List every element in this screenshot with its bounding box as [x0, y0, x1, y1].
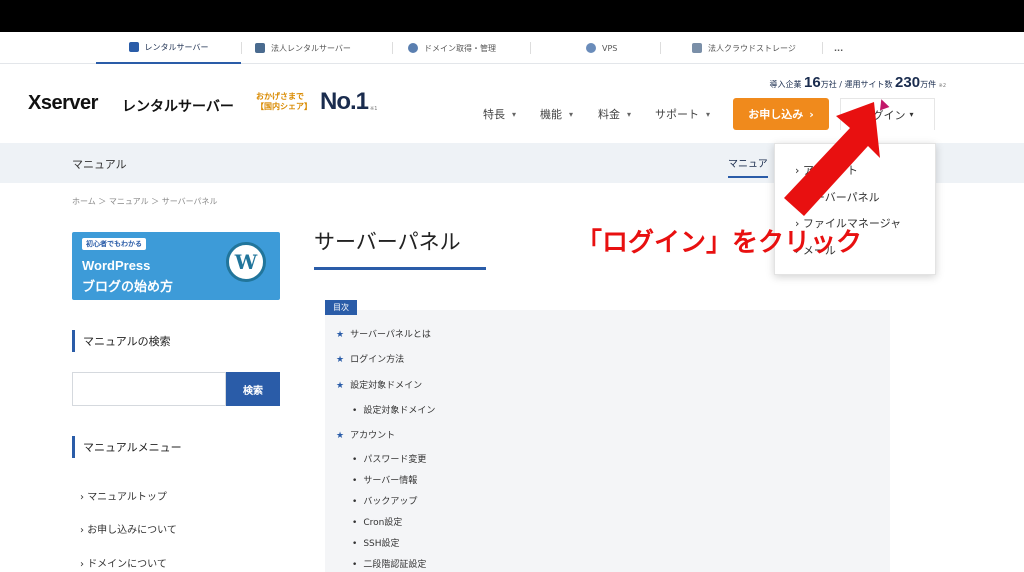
- toc-subitem[interactable]: • 設定対象ドメイン: [352, 403, 435, 416]
- nav-functions[interactable]: 機能 ▾: [540, 100, 573, 128]
- sidebar-link-application[interactable]: › お申し込みについて: [80, 521, 177, 536]
- bullet-icon: •: [352, 476, 358, 486]
- tab-rental-server[interactable]: レンタルサーバー: [96, 32, 241, 64]
- sidebar-link-manual-top[interactable]: › マニュアルトップ: [80, 488, 167, 503]
- nav-pricing[interactable]: 料金 ▾: [598, 100, 631, 128]
- logo-product[interactable]: レンタルサーバー: [122, 96, 234, 116]
- red-arrow-icon: [784, 102, 880, 216]
- stats-text: 導入企業 16万社 / 運用サイト数 230万件 ※2: [769, 74, 946, 91]
- divider: [392, 42, 393, 54]
- toc-subitem[interactable]: • 二段階認証設定: [352, 557, 426, 570]
- banner-tag: 初心者でもわかる: [82, 238, 146, 250]
- wordpress-logo-icon: W: [226, 242, 266, 282]
- search-heading: マニュアルの検索: [72, 330, 171, 352]
- chevron-down-icon: ▾: [627, 109, 632, 119]
- bullet-icon: •: [352, 518, 358, 528]
- vps-icon: [586, 43, 596, 53]
- storage-icon: [692, 43, 702, 53]
- bullet-icon: •: [352, 560, 358, 570]
- bullet-icon: •: [352, 497, 358, 507]
- search-button[interactable]: 検索: [226, 372, 280, 406]
- sidebar-link-domain[interactable]: › ドメインについて: [80, 555, 167, 570]
- search-input[interactable]: [72, 372, 226, 406]
- tab-corporate-rental[interactable]: 法人レンタルサーバー: [255, 32, 351, 64]
- toc-subitem[interactable]: • SSH設定: [352, 536, 400, 549]
- star-icon: ★: [336, 381, 345, 391]
- star-icon: ★: [336, 330, 345, 340]
- service-tabs: レンタルサーバー 法人レンタルサーバー ドメイン取得・管理 VPS 法人クラウド…: [0, 32, 1024, 64]
- page-title: サーバーパネル: [314, 230, 461, 254]
- divider: [241, 42, 242, 54]
- globe-icon: [408, 43, 418, 53]
- star-icon: ★: [336, 431, 345, 441]
- bullet-icon: •: [352, 539, 358, 549]
- subbar-active-tab[interactable]: マニュア: [728, 155, 768, 178]
- logo-brand[interactable]: Xserver: [28, 92, 98, 115]
- chevron-down-icon: ▾: [512, 109, 517, 119]
- tab-domain[interactable]: ドメイン取得・管理: [408, 32, 496, 64]
- toc-box: [325, 310, 890, 572]
- share-badge-text: おかげさまで 【国内シェア】: [256, 92, 312, 111]
- bullet-icon: •: [352, 406, 358, 416]
- subbar-title: マニュアル: [72, 158, 127, 171]
- toc-subitem[interactable]: • サーバー情報: [352, 473, 417, 486]
- toc-item[interactable]: ★ ログイン方法: [336, 352, 404, 365]
- shield-icon: [255, 43, 265, 53]
- star-icon: ★: [336, 355, 345, 365]
- banner-line2: ブログの始め方: [82, 280, 174, 295]
- no1-footnote: ※1: [370, 106, 378, 112]
- toc-subitem[interactable]: • バックアップ: [352, 494, 417, 507]
- toc-item[interactable]: ★ 設定対象ドメイン: [336, 378, 422, 391]
- toc-subitem[interactable]: • パスワード変更: [352, 452, 426, 465]
- menu-heading: マニュアルメニュー: [72, 436, 182, 458]
- nav-features[interactable]: 特長 ▾: [483, 100, 516, 128]
- tab-vps[interactable]: VPS: [586, 32, 617, 64]
- toc-subitem[interactable]: • Cron設定: [352, 515, 402, 528]
- no1-badge: No.1: [320, 88, 369, 115]
- chevron-down-icon: ▾: [569, 109, 574, 119]
- more-tabs-button[interactable]: ...: [834, 32, 843, 64]
- breadcrumb[interactable]: ホーム ＞ マニュアル ＞ サーバーパネル: [72, 196, 218, 207]
- top-black-bar: [0, 0, 1024, 32]
- title-underline: [314, 267, 486, 270]
- bullet-icon: •: [352, 455, 358, 465]
- toc-item[interactable]: ★ サーバーパネルとは: [336, 327, 431, 340]
- chevron-down-icon: ▾: [706, 109, 711, 119]
- toc-label: 目次: [325, 300, 357, 315]
- divider: [660, 42, 661, 54]
- toc-item[interactable]: ★ アカウント: [336, 428, 395, 441]
- chevron-down-icon: ▾: [909, 110, 914, 119]
- divider: [822, 42, 823, 54]
- divider: [530, 42, 531, 54]
- nav-support[interactable]: サポート ▾: [655, 100, 710, 128]
- server-icon: [128, 42, 139, 52]
- tab-cloud-storage[interactable]: 法人クラウドストレージ: [692, 32, 796, 64]
- banner-line1: WordPress: [82, 258, 151, 273]
